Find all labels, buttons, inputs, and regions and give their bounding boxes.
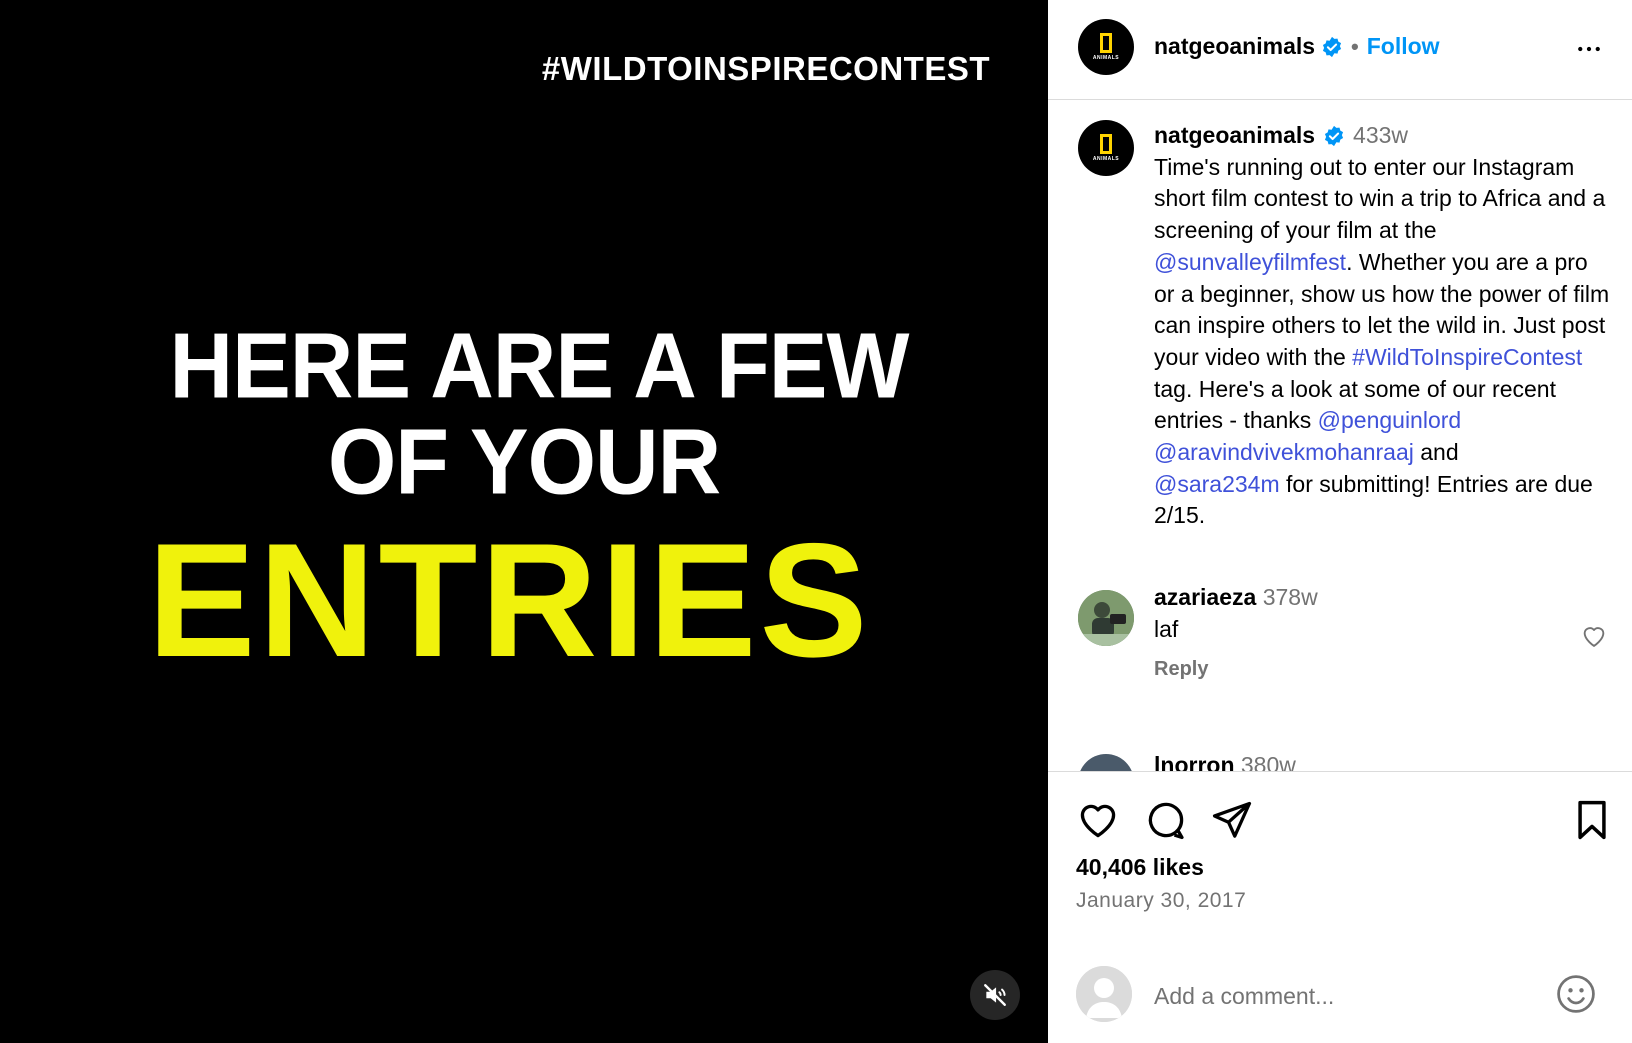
mention-link[interactable]: @aravindvivekmohanraaj (1154, 439, 1414, 465)
headline-entries: ENTRIES (147, 510, 871, 691)
media-headline: HERE ARE A FEW OF YOUR ENTRIES (0, 313, 1048, 691)
emoji-icon[interactable] (1554, 972, 1598, 1021)
comment-bubble-icon[interactable] (1144, 798, 1188, 847)
post-media[interactable]: #WILDTOINSPIRECONTEST HERE ARE A FEW OF … (0, 0, 1048, 1043)
caption-text-4: and (1413, 439, 1459, 466)
reply-button[interactable]: Reply (1154, 658, 1208, 681)
post-side-panel: ANIMALS natgeoanimals • Follow ANIMALS n… (1048, 0, 1632, 1043)
caption-text-1: Time's running out to enter our Instagra… (1154, 153, 1606, 244)
caption-text: Time's running out to enter our Instagra… (1154, 152, 1614, 532)
commenter-avatar[interactable] (1078, 754, 1134, 771)
save-bookmark-icon[interactable] (1570, 798, 1614, 847)
mention-link[interactable]: @penguinlord (1318, 407, 1462, 433)
comment-time[interactable]: 380w (1241, 752, 1296, 771)
verified-badge-icon (1323, 125, 1345, 147)
caption-time[interactable]: 433w (1353, 120, 1408, 152)
header-username[interactable]: natgeoanimals (1154, 33, 1315, 60)
add-comment-input[interactable] (1154, 978, 1534, 1014)
like-heart-icon[interactable] (1076, 798, 1120, 847)
post-actions: 40,406 likes January 30, 2017 (1048, 772, 1632, 952)
hashtag-link[interactable]: #WildToInspireContest (1352, 344, 1582, 370)
follow-button[interactable]: Follow (1367, 33, 1440, 60)
mute-button[interactable] (970, 970, 1020, 1020)
comments-section[interactable]: ANIMALS natgeoanimals 433w Time's runnin… (1048, 100, 1632, 772)
media-hashtag-text: #WILDTOINSPIRECONTEST (541, 50, 990, 87)
mention-link[interactable]: @sara234m (1154, 471, 1280, 497)
mention-link[interactable]: @sunvalleyfilmfest (1154, 249, 1346, 275)
avatar-label: ANIMALS (1092, 156, 1120, 162)
caption-username[interactable]: natgeoanimals (1154, 120, 1315, 152)
comment-time[interactable]: 378w (1263, 584, 1318, 610)
caption-avatar[interactable]: ANIMALS (1078, 120, 1134, 176)
author-avatar[interactable]: ANIMALS (1078, 19, 1134, 75)
natgeo-logo-icon (1100, 134, 1112, 154)
natgeo-logo-icon (1100, 33, 1112, 53)
add-comment-bar (1048, 958, 1632, 1043)
verified-badge-icon (1321, 36, 1343, 58)
commenter-avatar[interactable] (1078, 590, 1134, 646)
comment-username[interactable]: lnorron (1154, 752, 1235, 771)
header-separator: • (1351, 33, 1359, 59)
current-user-avatar[interactable] (1076, 966, 1132, 1022)
avatar-label: ANIMALS (1092, 55, 1120, 61)
comment-text: laf (1154, 615, 1179, 642)
comment-like-heart-icon[interactable] (1580, 622, 1608, 655)
more-options-icon[interactable] (1574, 34, 1604, 69)
speaker-muted-icon (984, 984, 1006, 1006)
caption-body: natgeoanimals 433w Time's running out to… (1154, 120, 1614, 532)
headline-line-2: OF YOUR (327, 409, 721, 514)
likes-count[interactable]: 40,406 likes (1076, 854, 1204, 881)
share-send-icon[interactable] (1210, 798, 1254, 847)
comment-username[interactable]: azariaeza (1154, 584, 1256, 610)
post-header: ANIMALS natgeoanimals • Follow (1048, 0, 1632, 100)
post-date[interactable]: January 30, 2017 (1076, 889, 1246, 913)
headline-line-1: HERE ARE A FEW (169, 313, 910, 418)
